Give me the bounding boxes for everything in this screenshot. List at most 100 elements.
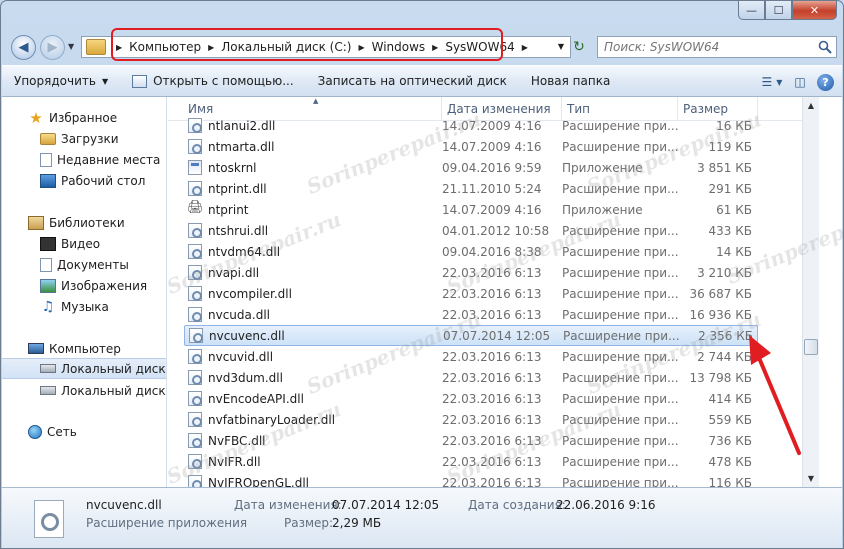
file-type: Расширение при... [563, 328, 680, 343]
address-bar[interactable]: ▶ Компьютер ▶ Локальный диск (C:) ▶ Wind… [81, 36, 571, 58]
sidebar-item-documents[interactable]: Документы [2, 254, 166, 275]
vertical-scrollbar[interactable]: ▲ ▼ [802, 97, 819, 487]
file-size: 16 936 КБ [689, 307, 752, 322]
file-row[interactable]: NvIFR.dll 22.03.2016 6:13 Расширение при..… [184, 451, 758, 472]
scroll-up-icon[interactable]: ▲ [803, 97, 819, 114]
back-button[interactable]: ◀ [11, 35, 36, 60]
chevron-right-icon[interactable]: ▶ [112, 43, 126, 52]
file-size: 14 КБ [716, 244, 752, 259]
file-row[interactable]: nvcuvid.dll 22.03.2016 6:13 Расширение при… [184, 346, 758, 367]
file-row[interactable]: ntprint.dll 21.11.2010 5:24 Расширение при… [184, 178, 758, 199]
file-size: 736 КБ [708, 433, 752, 448]
file-row[interactable]: ntshrui.dll 04.01.2012 10:58 Расширение пр… [184, 220, 758, 241]
file-size: 3 210 КБ [697, 265, 752, 280]
file-row[interactable]: nvEncodeAPI.dll 22.03.2016 6:13 Расширение… [184, 388, 758, 409]
file-name-cell: nvcompiler.dll [184, 286, 442, 301]
search-input[interactable] [598, 40, 808, 54]
close-button[interactable]: ✕ [792, 1, 837, 20]
file-name: nvfatbinaryLoader.dll [208, 412, 336, 427]
sidebar-item-label: Изображения [61, 278, 148, 293]
sidebar-item-pictures[interactable]: Изображения [2, 275, 166, 296]
file-row[interactable]: nvd3dum.dll 22.03.2016 6:13 Расширение при… [184, 367, 758, 388]
sidebar-item-recent[interactable]: Недавние места [2, 149, 166, 170]
file-row[interactable]: nvfatbinaryLoader.dll 22.03.2016 6:13 Расш… [184, 409, 758, 430]
file-name-cell: ntprint.dll [184, 181, 442, 196]
details-pane: nvcuvenc.dll Расширение приложения Дата … [2, 487, 842, 548]
search-icon[interactable] [818, 40, 832, 54]
file-row[interactable]: NvIFROpenGL.dll 22.03.2016 6:13 Расширение… [184, 472, 758, 487]
file-row[interactable]: nvcompiler.dll 22.03.2016 6:13 Расширение … [184, 283, 758, 304]
new-folder-button[interactable]: Новая папка [519, 66, 622, 96]
file-name: ntlanui2.dll [208, 118, 276, 133]
sidebar-item-disk-c[interactable]: Локальный диск (C [2, 358, 166, 379]
sidebar-item-label: Избранное [49, 110, 118, 125]
file-type: Расширение при... [562, 349, 679, 364]
file-row[interactable]: ntoskrnl 09.04.2016 9:59 Приложение 3 851 К… [184, 157, 758, 178]
file-date: 14.07.2009 4:16 [442, 139, 542, 154]
dll-file-icon [188, 349, 202, 364]
scroll-down-icon[interactable]: ▼ [803, 470, 819, 487]
chevron-right-icon[interactable]: ▶ [428, 43, 442, 52]
file-size: 478 КБ [708, 454, 752, 469]
chevron-right-icon[interactable]: ▶ [518, 43, 532, 52]
file-row[interactable]: nvcuvenc.dll 07.07.2014 12:05 Расширение п… [184, 325, 758, 346]
navigation-bar: ◀ ▶ ▼ ▶ Компьютер ▶ Локальный диск (C:) … [9, 32, 837, 62]
breadcrumb-computer[interactable]: Компьютер [126, 40, 204, 54]
breadcrumb-windows[interactable]: Windows [369, 40, 429, 54]
music-icon: ♫ [41, 298, 55, 315]
file-type: Приложение [562, 160, 643, 175]
network-icon [28, 424, 42, 439]
sidebar-item-video[interactable]: Видео [2, 233, 166, 254]
column-size-label: Размер [683, 102, 729, 116]
file-name-cell: ntmarta.dll [184, 139, 442, 154]
file-row[interactable]: nvapi.dll 22.03.2016 6:13 Расширение при..… [184, 262, 758, 283]
sidebar-item-label: Музыка [61, 299, 109, 314]
file-name-cell: NvIFROpenGL.dll [184, 475, 442, 487]
organize-button[interactable]: Упорядочить ▼ [2, 66, 120, 96]
file-name: NvIFR.dll [208, 454, 261, 469]
file-date: 22.03.2016 6:13 [442, 349, 542, 364]
scrollbar-thumb[interactable] [804, 339, 818, 355]
address-history-dropdown-icon[interactable]: ▼ [558, 42, 564, 51]
file-date: 22.03.2016 6:13 [442, 370, 542, 385]
file-row[interactable]: ntprint 14.07.2009 4:16 Приложение 61 КБ [184, 199, 758, 220]
minimize-button[interactable]: — [738, 1, 765, 20]
chevron-right-icon[interactable]: ▶ [204, 43, 218, 52]
file-row[interactable]: nvcuda.dll 22.03.2016 6:13 Расширение при.… [184, 304, 758, 325]
sidebar-item-disk-d[interactable]: Локальный диск (D [2, 380, 166, 401]
recent-pages-dropdown-icon[interactable]: ▼ [68, 42, 74, 51]
sidebar-item-computer[interactable]: Компьютер [2, 338, 166, 359]
sidebar-item-music[interactable]: ♫ Музыка [2, 296, 166, 317]
file-row[interactable]: NvFBC.dll 22.03.2016 6:13 Расширение при..… [184, 430, 758, 451]
sidebar-item-favorites[interactable]: ★ Избранное [2, 107, 166, 128]
breadcrumb-syswow64[interactable]: SysWOW64 [442, 40, 517, 54]
chevron-right-icon[interactable]: ▶ [354, 43, 368, 52]
preview-pane-button[interactable]: ◫ [789, 72, 811, 92]
search-box[interactable] [597, 36, 837, 58]
sidebar-item-downloads[interactable]: Загрузки [2, 128, 166, 149]
file-name: NvFBC.dll [208, 433, 266, 448]
star-icon: ★ [29, 108, 43, 127]
help-icon[interactable]: ? [817, 73, 834, 91]
open-with-button[interactable]: Открыть с помощью... [120, 66, 306, 96]
forward-button[interactable]: ▶ [40, 35, 65, 60]
breadcrumb-disk-c[interactable]: Локальный диск (C:) [218, 40, 354, 54]
file-type: Расширение при... [562, 307, 679, 322]
sidebar-item-desktop[interactable]: Рабочий стол [2, 170, 166, 191]
file-row[interactable]: ntlanui2.dll 14.07.2009 4:16 Расширение пр… [184, 115, 758, 136]
file-name-cell: ntoskrnl [184, 160, 442, 175]
sidebar-item-network[interactable]: Сеть [2, 421, 166, 442]
file-row[interactable]: ntmarta.dll 14.07.2009 4:16 Расширение при… [184, 136, 758, 157]
sidebar-item-libraries[interactable]: Библиотеки [2, 212, 166, 233]
sidebar-item-label: Загрузки [61, 131, 119, 146]
change-view-button[interactable]: ☰ ▼ [761, 72, 783, 92]
chevron-down-icon: ▼ [776, 77, 783, 87]
refresh-button[interactable]: ↻ [565, 36, 593, 58]
maximize-button[interactable]: ☐ [765, 1, 792, 20]
sidebar-item-label: Документы [57, 257, 129, 272]
explorer-window: — ☐ ✕ ◀ ▶ ▼ ▶ Компьютер ▶ Локальный диск… [0, 0, 844, 549]
file-row[interactable]: ntvdm64.dll 09.04.2016 8:38 Расширение при… [184, 241, 758, 262]
burn-disc-button[interactable]: Записать на оптический диск [306, 66, 519, 96]
file-date: 07.07.2014 12:05 [443, 328, 551, 343]
file-type: Расширение при... [562, 265, 679, 280]
